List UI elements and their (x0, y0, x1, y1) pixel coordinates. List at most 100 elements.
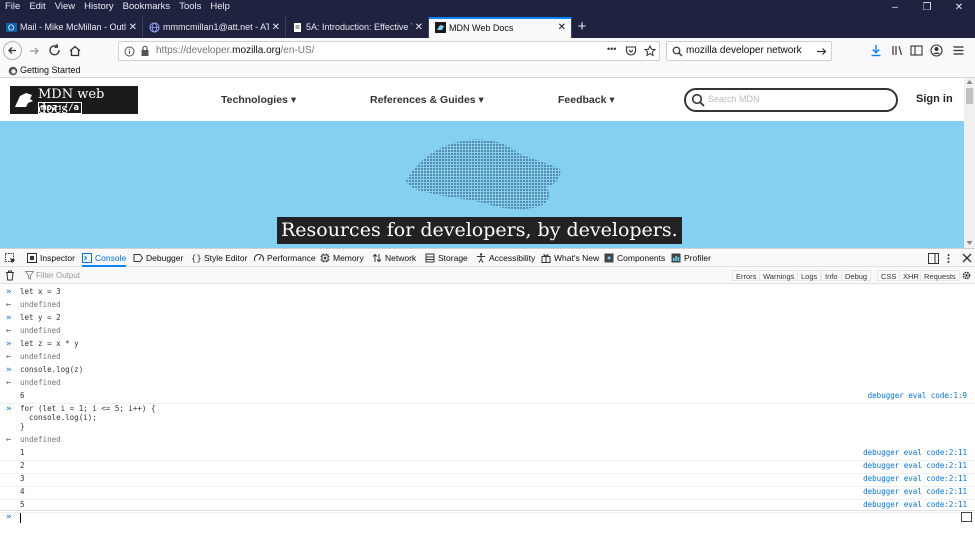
dock-options-icon[interactable] (928, 253, 939, 264)
minimize-button[interactable]: – (879, 0, 911, 16)
devtools-tab-debugger[interactable]: Debugger (133, 249, 183, 267)
tab-outlook[interactable]: O Mail - Mike McMillan - Outlook ✕ (0, 17, 143, 38)
outlook-icon: O (6, 23, 17, 33)
console-message-text: 1 (20, 448, 25, 457)
filter-debug-button[interactable]: Debug (841, 270, 872, 281)
page-scrollbar[interactable] (964, 78, 975, 248)
close-window-button[interactable]: ✕ (943, 0, 975, 16)
devtools-tab-whats-new[interactable]: What's New (541, 249, 599, 267)
menu-help[interactable]: Help (210, 0, 230, 14)
text-caret (20, 513, 21, 523)
download-icon[interactable] (870, 44, 882, 57)
firefox-icon (8, 66, 18, 76)
search-bar[interactable]: mozilla developer network (666, 41, 832, 61)
sign-in-link[interactable]: Sign in (916, 93, 953, 105)
devtools-tab-memory[interactable]: Memory (320, 249, 364, 267)
filter-errors-button[interactable]: Errors (732, 270, 761, 281)
menu-tools[interactable]: Tools (179, 0, 201, 14)
devtools-tab-storage[interactable]: Storage (425, 249, 468, 267)
source-location-link[interactable]: debugger eval code:2:11 (863, 500, 967, 509)
mdn-search-input[interactable]: Search MDN (684, 88, 898, 112)
source-location-link[interactable]: debugger eval code:2:11 (863, 487, 967, 496)
info-icon[interactable] (124, 46, 135, 57)
menu-view[interactable]: View (55, 0, 75, 14)
output-marker: ← (6, 352, 12, 362)
navigation-toolbar: https://developer.mozilla.org/en-US/ •••… (0, 38, 975, 64)
console-message-input: » console.log(z) (0, 365, 975, 378)
reload-button[interactable] (45, 41, 65, 61)
url-text: https://developer.mozilla.org/en-US/ (156, 42, 314, 60)
forward-button[interactable] (25, 41, 45, 61)
bookmark-getting-started[interactable]: Getting Started (8, 64, 81, 77)
menu-edit[interactable]: Edit (29, 0, 45, 14)
tab-title: mmmcmillan1@att.net - AT&T (163, 22, 269, 32)
devtools-tab-label: Components (617, 253, 666, 263)
source-location-link[interactable]: debugger eval code:2:11 (863, 461, 967, 470)
devtools-tab-profiler[interactable]: Profiler (671, 249, 711, 267)
filter-warnings-button[interactable]: Warnings (759, 270, 799, 281)
trash-icon[interactable] (5, 270, 15, 281)
devtools-tab-inspector[interactable]: Inspector (27, 249, 75, 267)
input-marker: » (6, 313, 12, 323)
logo-mozilla: moz://a (38, 102, 82, 114)
menu-file[interactable]: File (5, 0, 20, 14)
source-location-link[interactable]: debugger eval code:1:9 (868, 391, 967, 400)
sidebar-icon[interactable] (910, 44, 923, 57)
scroll-down-icon[interactable] (966, 240, 973, 246)
filter-info-button[interactable]: Info (821, 270, 842, 281)
hamburger-menu-icon[interactable] (952, 44, 965, 57)
devtools-tab-performance[interactable]: Performance (254, 249, 316, 267)
tab-introduction[interactable]: 5A: Introduction: Effective Tea ✕ (286, 17, 429, 38)
new-tab-button[interactable]: + (572, 17, 592, 38)
filter-logs-button[interactable]: Logs (797, 270, 822, 281)
devtools-tab-accessibility[interactable]: Accessibility (476, 249, 535, 267)
bookmark-star-icon[interactable] (644, 45, 656, 57)
console-message-text: 4 (20, 487, 25, 496)
close-icon[interactable]: ✕ (272, 17, 280, 38)
pocket-icon[interactable] (625, 45, 637, 57)
search-go-icon[interactable] (816, 46, 827, 57)
nav-technologies[interactable]: Technologies ▾ (221, 94, 296, 106)
restore-button[interactable]: ❐ (911, 0, 943, 16)
filter-requests-button[interactable]: Requests (920, 270, 960, 281)
console-output: » let x = 3 ← undefined » let y = 2 ← undefined… (0, 284, 975, 513)
back-button[interactable] (3, 41, 22, 60)
close-icon[interactable]: ✕ (415, 17, 423, 38)
url-bar[interactable]: https://developer.mozilla.org/en-US/ ••• (118, 41, 660, 61)
nav-references-guides[interactable]: References & Guides ▾ (370, 94, 484, 106)
tab-mdn[interactable]: MDN Web Docs ✕ (429, 17, 572, 38)
mdn-logo[interactable]: MDN web docs moz://a (10, 86, 138, 117)
devtools-tab-console[interactable]: Console (82, 249, 127, 267)
close-icon[interactable]: ✕ (558, 19, 566, 37)
nav-feedback[interactable]: Feedback ▾ (558, 94, 615, 106)
source-location-link[interactable]: debugger eval code:2:11 (863, 474, 967, 483)
menu-history[interactable]: History (84, 0, 114, 14)
devtools-tab-style-editor[interactable]: {} Style Editor (191, 249, 247, 267)
scrollbar-thumb[interactable] (966, 88, 973, 104)
filter-css-button[interactable]: CSS (877, 270, 901, 281)
page-actions-button[interactable]: ••• (607, 44, 616, 54)
pick-element-icon[interactable] (5, 253, 16, 264)
scroll-up-icon[interactable] (966, 79, 973, 85)
library-icon[interactable] (891, 44, 904, 57)
filter-output-input[interactable]: Filter Output (36, 267, 80, 284)
account-icon[interactable] (930, 44, 943, 57)
devtools-tab-network[interactable]: Network (372, 249, 416, 267)
close-icon[interactable]: ✕ (129, 17, 137, 38)
tab-att-mail[interactable]: mmmcmillan1@att.net - AT&T ✕ (143, 17, 286, 38)
console-settings-gear-icon[interactable] (961, 270, 972, 281)
profiler-icon (671, 253, 681, 263)
menu-bookmarks[interactable]: Bookmarks (123, 0, 171, 14)
source-location-link[interactable]: debugger eval code:2:11 (863, 448, 967, 457)
close-devtools-icon[interactable] (962, 253, 972, 263)
editor-mode-toggle-icon[interactable] (961, 512, 972, 522)
devtools-tab-label: What's New (554, 253, 600, 263)
lock-icon[interactable] (140, 45, 150, 57)
devtools-tab-components[interactable]: Components (604, 249, 665, 267)
console-icon (82, 253, 92, 263)
console-input[interactable]: » (0, 510, 975, 524)
back-arrow-icon (8, 47, 16, 54)
home-button[interactable] (65, 41, 85, 61)
more-options-icon[interactable] (946, 253, 951, 264)
console-message-input: » let x = 3 (0, 287, 975, 300)
